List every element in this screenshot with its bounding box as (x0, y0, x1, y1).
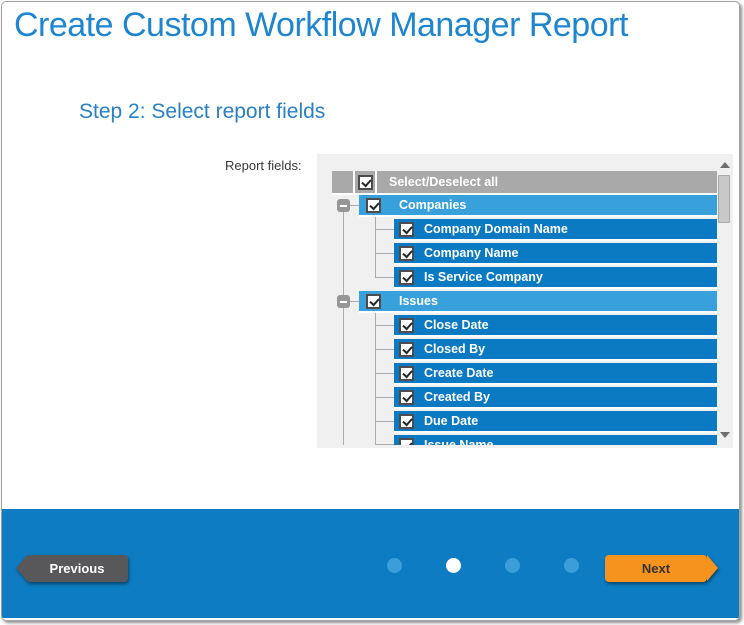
checkbox[interactable] (399, 246, 414, 261)
tree-row-label: Closed By (424, 342, 485, 356)
collapse-minus-icon[interactable] (337, 295, 350, 308)
tree-row-group[interactable]: Companies (359, 195, 717, 217)
tree-header-row[interactable]: Select/Deselect all (332, 171, 718, 195)
step-dot-2 (446, 558, 461, 573)
tree-row-item[interactable]: Company Domain Name (394, 219, 717, 241)
next-button[interactable]: Next (605, 555, 718, 582)
collapse-minus-icon[interactable] (337, 199, 350, 212)
page-title: Create Custom Workflow Manager Report (14, 6, 628, 45)
tree-line (375, 229, 394, 230)
checkbox[interactable] (399, 342, 414, 357)
report-fields-tree: Select/Deselect all (317, 154, 733, 448)
tree-row-item[interactable]: Company Name (394, 243, 717, 265)
scroll-down-icon[interactable] (720, 432, 730, 438)
tree-row-item[interactable]: Closed By (394, 339, 717, 361)
tree-row-item[interactable]: Close Date (394, 315, 717, 337)
wizard-dialog: Create Custom Workflow Manager Report St… (1, 1, 740, 621)
tree-row-label: Created By (424, 390, 490, 404)
tree-row-item[interactable]: Is Service Company (394, 267, 717, 289)
tree-row-label: Company Name (424, 246, 518, 260)
tree-row-item[interactable]: Due Date (394, 411, 717, 433)
scroll-thumb[interactable] (718, 175, 730, 223)
tree-line (375, 313, 376, 445)
tree-row-group[interactable]: Issues (359, 291, 717, 313)
tree-row-label: Companies (399, 198, 466, 212)
tree-row-label: Close Date (424, 318, 489, 332)
step-dot-3 (505, 558, 520, 573)
checkbox[interactable] (399, 414, 414, 429)
checkbox[interactable] (399, 222, 414, 237)
tree-line (375, 397, 394, 398)
checkbox[interactable] (366, 294, 381, 309)
scroll-up-icon[interactable] (720, 162, 730, 168)
tree-line (375, 253, 394, 254)
step-dot-4 (564, 558, 579, 573)
report-fields-label: Report fields: (225, 158, 302, 173)
tree-row-label: Create Date (424, 366, 493, 380)
next-button-label: Next (605, 555, 707, 582)
checkbox[interactable] (399, 438, 414, 446)
tree-rows: Select/Deselect all (332, 171, 718, 445)
checkbox[interactable] (399, 366, 414, 381)
tree-line (375, 349, 394, 350)
checkbox[interactable] (366, 198, 381, 213)
tree-row-label: Due Date (424, 414, 478, 428)
tree-line (375, 444, 394, 445)
previous-button-label: Previous (26, 555, 128, 582)
tree-line (375, 217, 376, 278)
tree-row-item[interactable]: Issue Name (394, 435, 717, 445)
tree-row-item[interactable]: Create Date (394, 363, 717, 385)
select-all-checkbox[interactable] (358, 175, 373, 190)
tree-line (350, 301, 359, 302)
tree-line (350, 205, 359, 206)
tree-line (343, 308, 344, 445)
tree-header-gutter-cell (332, 171, 353, 193)
tree-header-checkbox-cell (355, 171, 375, 193)
checkbox[interactable] (399, 318, 414, 333)
wizard-nav-bar: Previous Next (2, 509, 739, 618)
tree-line (375, 421, 394, 422)
checkbox[interactable] (399, 390, 414, 405)
tree-row-label: Issues (399, 294, 438, 308)
tree-row-label: Issue Name (424, 438, 493, 445)
tree-row-label: Is Service Company (424, 270, 543, 284)
arrow-right-icon (707, 555, 718, 581)
tree-line (375, 277, 394, 278)
tree-row-label: Company Domain Name (424, 222, 568, 236)
tree-line (343, 212, 344, 295)
tree-header-label: Select/Deselect all (389, 175, 498, 189)
step-heading: Step 2: Select report fields (79, 100, 325, 124)
tree-line (375, 325, 394, 326)
scrollbar[interactable] (717, 154, 732, 448)
previous-button[interactable]: Previous (16, 555, 128, 582)
step-dot-1 (387, 558, 402, 573)
checkbox[interactable] (399, 270, 414, 285)
tree-header-label-cell: Select/Deselect all (377, 171, 717, 193)
tree-line (375, 373, 394, 374)
tree-row-item[interactable]: Created By (394, 387, 717, 409)
